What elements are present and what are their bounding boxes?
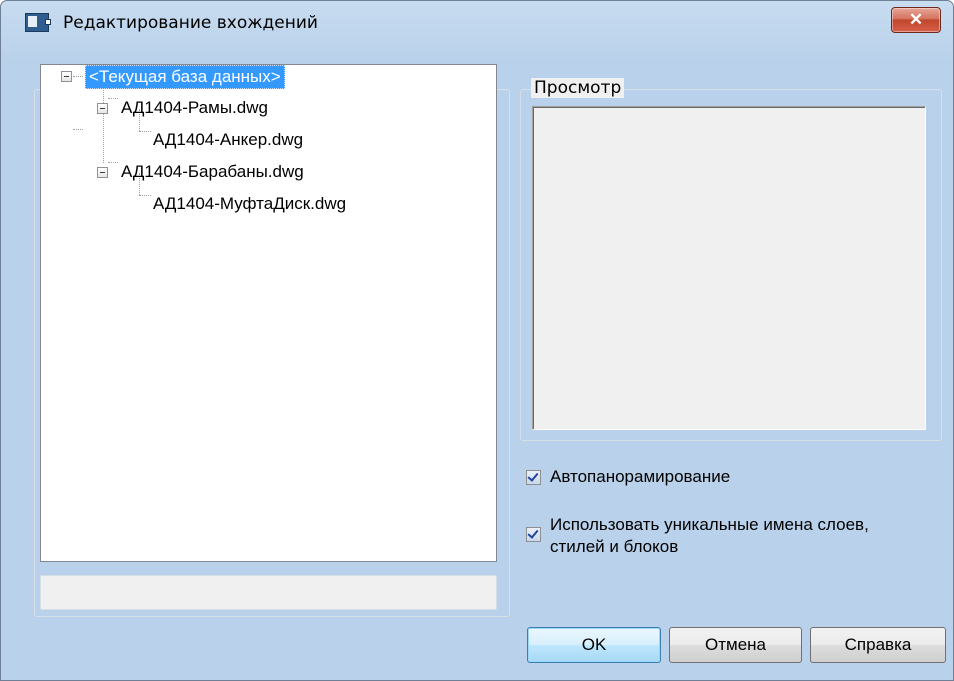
- unique-names-label-line2: стилей и блоков: [550, 537, 679, 556]
- close-icon: ✕: [908, 10, 924, 29]
- tree-connector: [139, 131, 151, 132]
- status-field: [40, 575, 497, 610]
- autopan-label[interactable]: Автопанорамирование: [550, 467, 730, 487]
- preview-group-label: Просмотр: [531, 78, 625, 98]
- tree-connector: [103, 87, 104, 163]
- tree-connector: [73, 129, 83, 130]
- tree-item-label[interactable]: АД1404-Анкер.dwg: [153, 129, 303, 151]
- tree-item-label[interactable]: АД1404-Барабаны.dwg: [121, 161, 304, 183]
- tree-connector: [108, 98, 118, 99]
- tree-item-root[interactable]: <Текущая база данных>: [85, 65, 285, 89]
- close-button[interactable]: ✕: [891, 7, 941, 33]
- collapse-icon[interactable]: [61, 71, 72, 82]
- tree-item-label[interactable]: АД1404-Рамы.dwg: [121, 97, 268, 119]
- xref-tree[interactable]: <Текущая база данных> АД1404-Рамы.dwg АД…: [40, 64, 497, 562]
- autopan-checkbox[interactable]: [526, 470, 541, 485]
- unique-names-label-line1: Использовать уникальные имена слоев,: [550, 515, 869, 534]
- tree-connector: [73, 76, 83, 77]
- ok-button[interactable]: OK: [527, 627, 661, 663]
- tree-item-label[interactable]: АД1404-МуфтаДиск.dwg: [153, 193, 346, 215]
- cancel-button[interactable]: Отмена: [669, 627, 802, 663]
- tree-connector: [139, 195, 151, 196]
- unique-names-checkbox[interactable]: [526, 527, 541, 542]
- collapse-icon[interactable]: [97, 103, 108, 114]
- title-bar[interactable]: Редактирование вхождений ✕: [1, 1, 953, 45]
- preview-area: [532, 106, 926, 430]
- help-button[interactable]: Справка: [810, 627, 946, 663]
- app-icon: [25, 13, 51, 32]
- window-title: Редактирование вхождений: [63, 13, 318, 33]
- tree-connector: [108, 162, 118, 163]
- unique-names-label[interactable]: Использовать уникальные имена слоев, сти…: [550, 514, 869, 558]
- collapse-icon[interactable]: [97, 167, 108, 178]
